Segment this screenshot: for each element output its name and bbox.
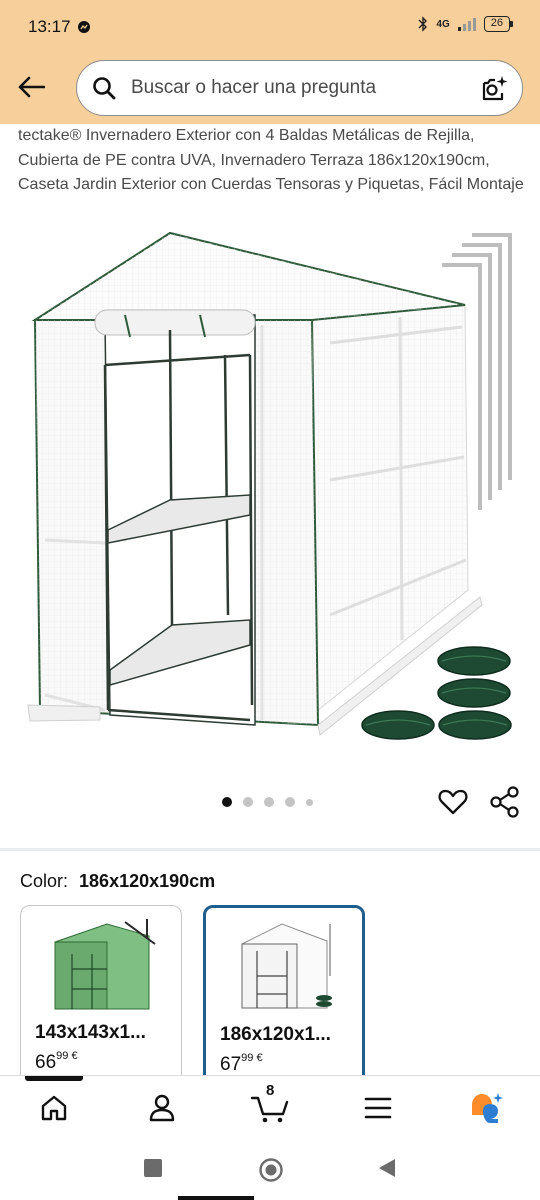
home-icon [41, 1095, 67, 1121]
cart-count-badge: 8 [266, 1082, 275, 1099]
back-system-button[interactable] [376, 1157, 400, 1181]
carousel-dot[interactable] [243, 797, 253, 807]
search-bar[interactable] [76, 60, 523, 116]
status-time: 13:17 [28, 17, 91, 37]
product-title[interactable]: tectake® Invernadero Exterior con 4 Bald… [18, 124, 524, 198]
nav-home[interactable] [32, 1088, 76, 1128]
variant-name: 143x143x1... [35, 1022, 146, 1043]
carousel-dot[interactable] [222, 797, 232, 807]
price-fraction: 99 [241, 1052, 254, 1064]
status-bar: 13:17 4G 26 [0, 0, 540, 54]
clock-text: 13:17 [28, 17, 71, 36]
price-currency: € [71, 1050, 78, 1062]
system-navigation-bar [0, 1137, 540, 1200]
carousel-dot[interactable] [306, 798, 313, 806]
home-system-button[interactable] [258, 1157, 283, 1182]
rufus-assistant-icon [472, 1093, 503, 1123]
variant-thumbnail-green [54, 919, 156, 1010]
nav-menu[interactable] [356, 1088, 400, 1128]
price-currency: € [256, 1052, 263, 1064]
nav-assistant[interactable] [464, 1088, 508, 1128]
share-button[interactable] [489, 786, 521, 818]
color-label: Color: [20, 871, 69, 891]
price-fraction: 99 [56, 1050, 69, 1062]
carousel-dot[interactable] [285, 797, 295, 807]
search-input[interactable] [131, 77, 451, 99]
variant-price: 6799 € [220, 1052, 263, 1076]
price-whole: 67 [220, 1054, 242, 1075]
menu-icon [364, 1097, 392, 1119]
system-back-icon [379, 1159, 395, 1177]
active-tab-indicator [25, 1076, 83, 1081]
heart-icon [438, 789, 468, 815]
back-button[interactable] [14, 70, 48, 104]
gesture-handle [178, 1196, 254, 1200]
variant-card-selected[interactable]: 186x120x1... 6799 € [203, 905, 365, 1085]
share-icon [490, 786, 519, 818]
variant-thumbnail-white [241, 923, 332, 1009]
add-to-list-button[interactable] [437, 786, 469, 818]
color-selector-label: Color: 186x120x190cm [20, 871, 215, 892]
nav-cart[interactable]: 8 [248, 1082, 292, 1128]
variant-card[interactable]: 143x143x1... 6699 € [20, 905, 182, 1085]
battery-indicator: 26 [483, 16, 514, 32]
account-icon [149, 1094, 175, 1122]
messenger-notification-icon [77, 21, 90, 33]
camera-lens-icon[interactable] [478, 73, 510, 105]
signal-icon [457, 18, 476, 31]
section-divider [0, 848, 540, 851]
recents-icon [144, 1159, 162, 1177]
price-whole: 66 [35, 1052, 57, 1073]
search-icon [91, 75, 117, 101]
system-home-icon [259, 1158, 283, 1182]
bluetooth-icon [418, 16, 428, 32]
product-image[interactable] [0, 225, 540, 775]
nav-account[interactable] [140, 1088, 184, 1128]
app-header [0, 54, 540, 124]
recents-button[interactable] [142, 1157, 166, 1181]
selected-color-value: 186x120x190cm [79, 871, 216, 891]
variant-price: 6699 € [35, 1050, 78, 1074]
back-arrow-icon [18, 76, 45, 98]
network-type: 4G [436, 18, 450, 30]
bottom-navigation: 8 [0, 1075, 540, 1137]
variant-name: 186x120x1... [220, 1024, 331, 1045]
image-carousel-dots[interactable] [222, 797, 313, 807]
carousel-dot[interactable] [264, 797, 274, 807]
status-indicators: 4G 26 [418, 16, 514, 32]
